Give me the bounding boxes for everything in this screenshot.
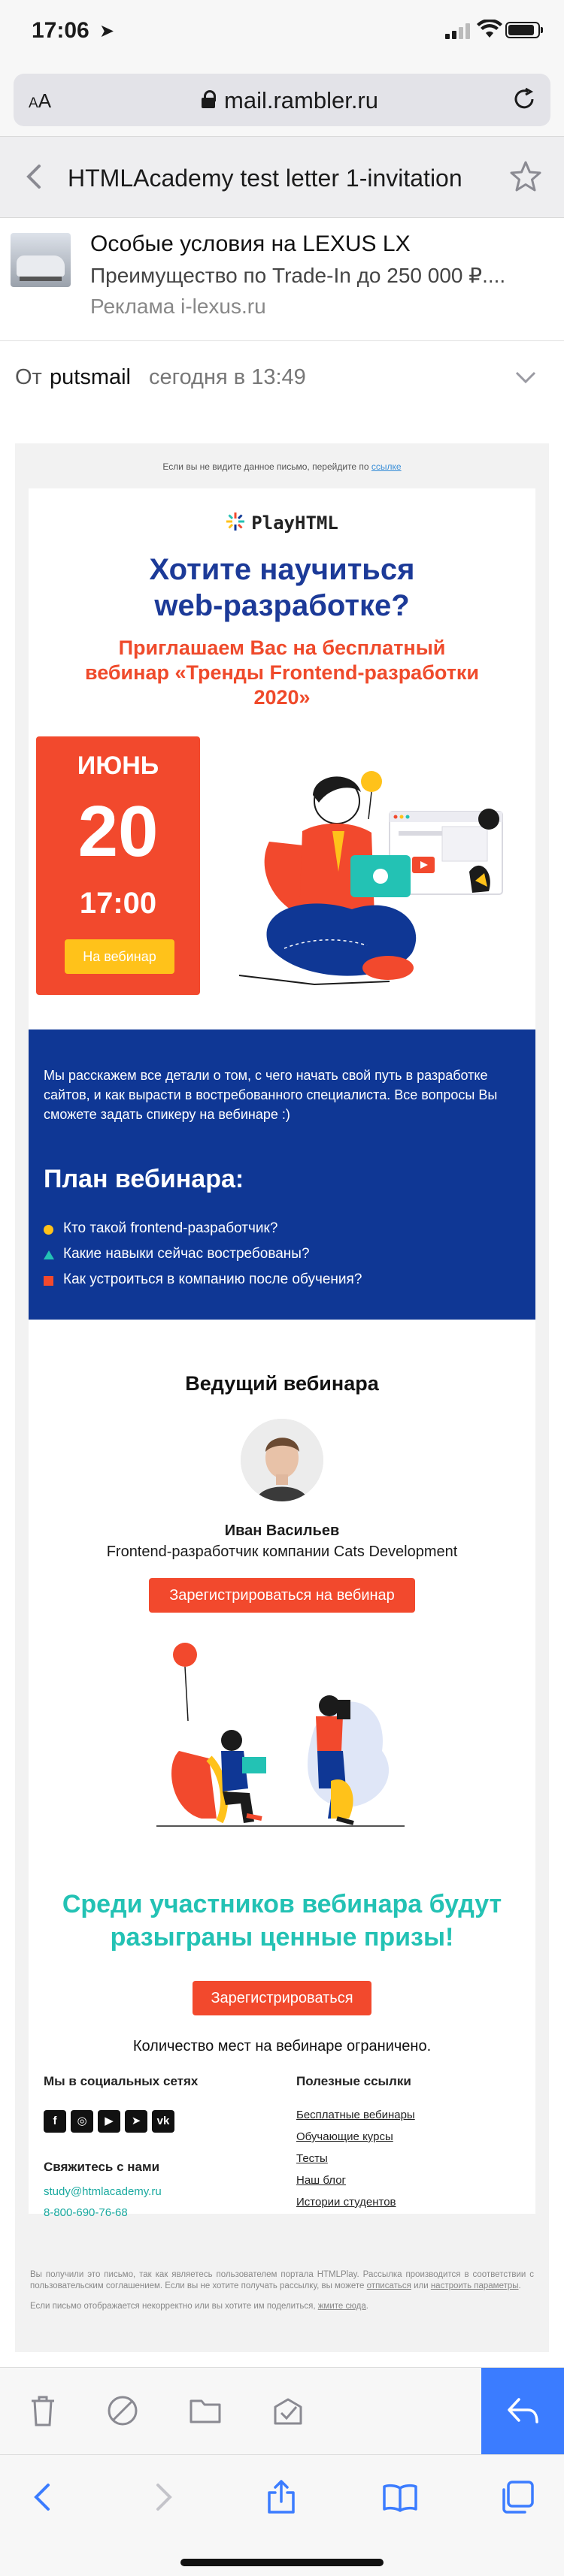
reply-button[interactable] [481, 2368, 564, 2455]
plan-list: Кто такой frontend-разработчик? Какие на… [44, 1216, 362, 1293]
link-student-stories[interactable]: Истории студентов [296, 2196, 415, 2218]
folder-icon[interactable] [188, 2393, 223, 2428]
speaker-heading: Ведущий вебинара [185, 1372, 379, 1395]
links-heading: Полезные ссылки [296, 2074, 411, 2088]
link-free-webinars[interactable]: Бесплатные вебинары [296, 2109, 415, 2130]
plan-item: Кто такой frontend-разработчик? [44, 1216, 362, 1241]
facebook-icon[interactable]: f [44, 2110, 66, 2133]
from-label: От [15, 365, 42, 389]
webinar-plan-block: Мы расскажем все детали о том, с чего на… [29, 1029, 535, 1320]
share-icon[interactable] [263, 2479, 299, 2515]
unsubscribe-link[interactable]: отписаться [367, 2281, 411, 2290]
link-courses[interactable]: Обучающие курсы [296, 2130, 415, 2152]
yellow-dot-icon [44, 1225, 53, 1235]
email-body: Если вы не видите данное письмо, перейди… [15, 443, 549, 2352]
youtube-icon[interactable]: ▶ [98, 2110, 120, 2133]
speaker-photo [241, 1419, 323, 1501]
playhtml-logo: PlayHTML [29, 512, 535, 534]
contact-heading: Свяжитесь с нами [44, 2160, 160, 2174]
vk-icon[interactable]: vk [152, 2110, 174, 2133]
browser-address-area: AA mail.rambler.ru [0, 62, 564, 137]
developer-illustration [238, 771, 503, 986]
star-icon[interactable] [508, 159, 543, 194]
wifi-icon [477, 20, 502, 38]
limited-seats-note: Количество мест на вебинаре ограничено. [132, 2038, 432, 2054]
text-size-button[interactable]: AA [29, 89, 51, 113]
view-online-link[interactable]: ссылке [371, 461, 402, 472]
prize-text: Среди участников вебинара будут разыгран… [62, 1890, 502, 1952]
register-webinar-button[interactable]: Зарегистрироваться на вебинар [149, 1578, 415, 1613]
home-indicator [180, 2559, 384, 2566]
event-time: 17:00 [79, 887, 157, 920]
logo-spark-icon [226, 512, 245, 531]
ad-banner[interactable]: Особые условия на LEXUS LX Преимущество … [0, 218, 564, 341]
social-heading: Мы в социальных сетях [44, 2074, 199, 2088]
browser-bottom-bar [0, 2454, 564, 2576]
trash-icon[interactable] [26, 2393, 60, 2428]
browser-forward-icon[interactable] [144, 2479, 180, 2515]
ad-text: Преимущество по Trade-In до 250 000 ₽...… [90, 264, 506, 287]
useful-links: Бесплатные вебинары Обучающие курсы Тест… [296, 2109, 415, 2218]
plan-title: План вебинара: [44, 1165, 244, 1193]
settings-link[interactable]: настроить параметры [431, 2281, 519, 2290]
mark-read-icon[interactable] [271, 2393, 305, 2428]
speaker-role: Frontend-разработчик компании Cats Devel… [106, 1543, 458, 1560]
status-time: 17:06 [32, 18, 89, 43]
reply-icon [508, 2398, 538, 2423]
location-arrow-icon: ➤ [99, 21, 115, 41]
link-tests[interactable]: Тесты [296, 2152, 415, 2174]
contact-phone[interactable]: 8-800-690-76-68 [44, 2206, 128, 2219]
message-date: сегодня в 13:49 [149, 365, 306, 389]
lock-icon [202, 90, 216, 108]
social-links: f ◎ ▶ ➤ vk [44, 2110, 174, 2133]
event-month: ИЮНЬ [77, 751, 159, 780]
view-online-notice: Если вы не видите данное письмо, перейди… [162, 461, 402, 472]
back-arrow-icon[interactable] [21, 163, 48, 190]
mail-subject: HTMLAcademy test letter 1-invitation [68, 165, 462, 192]
email-card: PlayHTML Хотите научиться web-разработке… [29, 488, 535, 2219]
legal-notice: Вы получили это письмо, так как являетес… [30, 2270, 534, 2311]
teal-triangle-icon [44, 1250, 54, 1259]
url-text[interactable]: mail.rambler.ru [224, 87, 378, 114]
speaker-name: Иван Васильев [224, 1522, 340, 1539]
tabs-icon[interactable] [499, 2479, 535, 2515]
plan-item: Как устроиться в компанию после обучения… [44, 1267, 362, 1293]
ad-source: Реклама i-lexus.ru [90, 295, 266, 318]
instagram-icon[interactable]: ◎ [71, 2110, 93, 2133]
message-sender-line[interactable]: От putsmail сегодня в 13:49 [0, 341, 564, 425]
event-date-card: ИЮНЬ 20 17:00 На вебинар [36, 736, 200, 995]
event-day: 20 [77, 791, 159, 872]
sender-name: putsmail [50, 365, 131, 389]
status-bar: 17:06 ➤ [0, 0, 564, 62]
mail-action-toolbar [0, 2367, 564, 2455]
contact-email[interactable]: study@htmlacademy.ru [44, 2185, 162, 2198]
team-illustration [156, 1643, 405, 1827]
register-button[interactable]: Зарегистрироваться [193, 1981, 371, 2015]
invite-text: Приглашаем Вас на бесплатный вебинар «Тр… [84, 636, 480, 709]
link-blog[interactable]: Наш блог [296, 2174, 415, 2196]
share-link[interactable]: жмите сюда [318, 2302, 366, 2311]
address-bar[interactable]: AA mail.rambler.ru [14, 74, 550, 126]
bookmarks-icon[interactable] [382, 2479, 418, 2515]
ad-car-image [11, 233, 71, 287]
to-webinar-button[interactable]: На вебинар [65, 939, 174, 974]
block-icon[interactable] [105, 2393, 140, 2428]
reload-icon[interactable] [511, 86, 537, 112]
mail-header: HTMLAcademy test letter 1-invitation [0, 137, 564, 218]
red-square-icon [44, 1276, 53, 1286]
webinar-intro: Мы расскажем все детали о том, с чего на… [44, 1068, 498, 1122]
telegram-icon[interactable]: ➤ [125, 2110, 147, 2133]
browser-back-icon[interactable] [26, 2479, 62, 2515]
ad-title: Особые условия на LEXUS LX [90, 231, 411, 256]
speaker-avatar [241, 1419, 323, 1501]
cellular-signal-icon [445, 23, 472, 39]
battery-icon [505, 22, 543, 38]
chevron-down-icon[interactable] [514, 370, 537, 385]
headline: Хотите научиться web-разработке? [149, 553, 415, 622]
plan-item: Какие навыки сейчас востребованы? [44, 1241, 362, 1267]
